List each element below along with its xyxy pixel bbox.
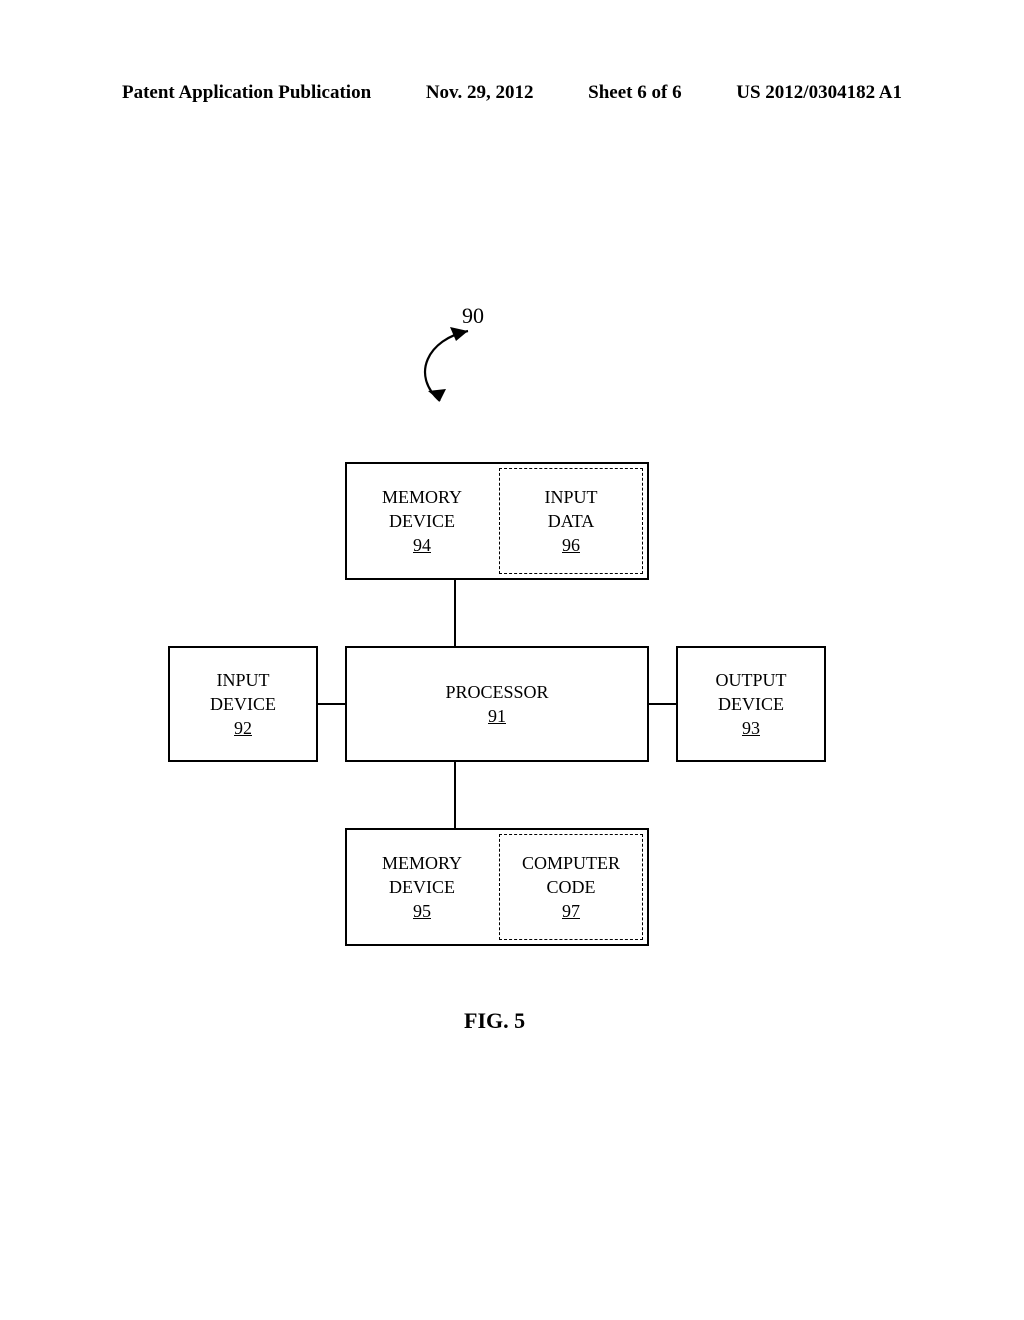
computer-code-ref: 97 [500,899,642,923]
processor-box: PROCESSOR 91 [345,646,649,762]
memory-bottom-ref: 95 [347,899,497,923]
output-device-box: OUTPUT DEVICE 93 [676,646,826,762]
output-device-label1: OUTPUT [678,668,824,692]
sheet-number: Sheet 6 of 6 [588,82,681,104]
input-data-ref: 96 [500,533,642,557]
memory-device-top-box: MEMORY DEVICE 94 INPUT DATA 96 [345,462,649,580]
processor-ref: 91 [347,704,647,728]
memory-top-ref: 94 [347,533,497,557]
memory-top-label: MEMORY DEVICE [347,485,497,534]
page-header: Patent Application Publication Nov. 29, … [0,82,1024,104]
input-device-ref: 92 [170,716,316,740]
output-device-label2: DEVICE [678,692,824,716]
input-device-box: INPUT DEVICE 92 [168,646,318,762]
figure-label: FIG. 5 [464,1008,525,1034]
connector-input-processor [318,703,345,705]
input-data-label2: DATA [500,509,642,533]
computer-code-label2: CODE [500,875,642,899]
memory-device-bottom-box: MEMORY DEVICE 95 COMPUTER CODE 97 [345,828,649,946]
connector-processor-output [649,703,676,705]
pub-date: Nov. 29, 2012 [426,82,534,104]
processor-label: PROCESSOR [347,680,647,704]
system-ref-text: 90 [462,305,484,328]
system-ref-arrow: 90 [400,305,520,420]
input-device-label2: DEVICE [170,692,316,716]
pub-type: Patent Application Publication [122,82,371,104]
input-data-box: INPUT DATA 96 [499,468,643,574]
memory-bottom-label: MEMORY DEVICE [347,851,497,900]
input-data-label1: INPUT [500,485,642,509]
output-device-ref: 93 [678,716,824,740]
input-device-label1: INPUT [170,668,316,692]
doc-number: US 2012/0304182 A1 [736,82,902,104]
connector-memtop-processor [454,580,456,646]
connector-processor-membottom [454,762,456,828]
computer-code-label1: COMPUTER [500,851,642,875]
computer-code-box: COMPUTER CODE 97 [499,834,643,940]
